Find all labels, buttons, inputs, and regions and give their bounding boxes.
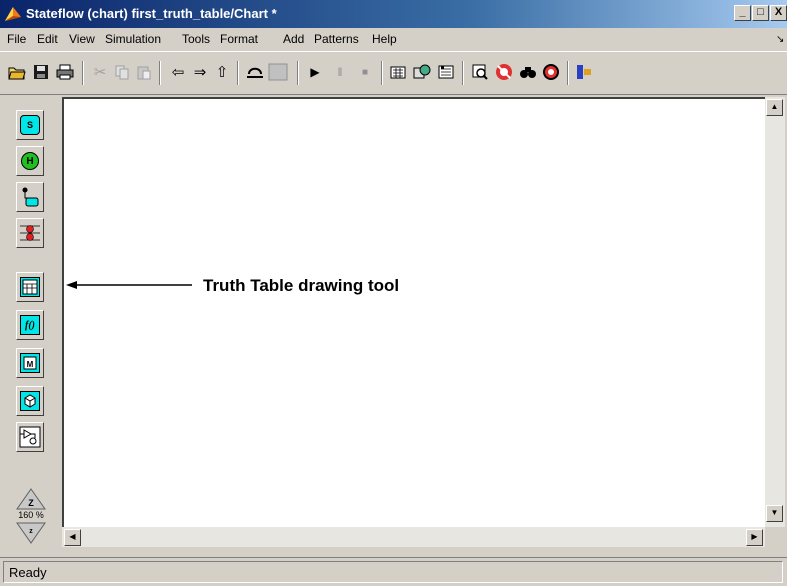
history-junction-tool-button[interactable]: H (16, 146, 44, 176)
stateflow-logo-icon (5, 7, 21, 21)
truth-table-icon (20, 277, 40, 297)
truth-table-tool-button[interactable] (16, 272, 44, 302)
toolbar-separator (237, 61, 239, 85)
history-junction-icon: H (21, 152, 39, 170)
status-text: Ready (9, 565, 47, 580)
close-button[interactable]: X (770, 5, 787, 21)
target-icon[interactable] (541, 62, 561, 82)
connective-junction-tool-button[interactable] (16, 218, 44, 248)
embedded-matlab-icon: M (20, 353, 40, 373)
close-icon: X (774, 6, 783, 18)
toolbar-separator (462, 61, 464, 85)
back-icon[interactable]: ⇦ (168, 62, 188, 82)
save-icon[interactable] (31, 62, 51, 82)
status-bar: Ready (0, 557, 787, 586)
graphical-function-icon: f() (20, 315, 40, 335)
scroll-right-icon[interactable]: ▶ (746, 529, 763, 546)
pause-icon[interactable]: ‖ (330, 62, 350, 82)
graphical-function-tool-button[interactable]: f() (16, 310, 44, 340)
status-field: Ready (3, 561, 783, 583)
scroll-up-icon[interactable]: ▲ (766, 99, 783, 116)
rebuild-icon[interactable] (412, 62, 432, 82)
zoom-level: 160 % (18, 510, 44, 520)
forward-icon[interactable]: ⇒ (190, 62, 210, 82)
svg-text:M: M (27, 360, 34, 369)
chart-canvas[interactable] (62, 97, 765, 527)
zoom-out-icon[interactable]: z (16, 522, 46, 544)
menu-help[interactable]: Help (372, 32, 397, 46)
annotation-arrow (66, 281, 192, 289)
toolbar-separator (381, 61, 383, 85)
horizontal-scrollbar[interactable]: ◀ ▶ (62, 527, 765, 547)
explorer-icon[interactable] (470, 62, 490, 82)
menu-tools[interactable]: Tools (182, 32, 210, 46)
debug-icon[interactable] (494, 62, 514, 82)
embedded-matlab-tool-button[interactable]: M (16, 348, 44, 378)
vertical-scrollbar[interactable]: ▲ ▼ (765, 97, 785, 527)
minimize-button[interactable]: _ (734, 5, 751, 21)
state-tool-icon: S (20, 115, 40, 135)
toolbar-separator (297, 61, 299, 85)
toolbar-separator (567, 61, 569, 85)
toolbar: ✂ ⇦ ⇒ ⇧ ▶ ‖ ■ (0, 51, 787, 95)
copy-icon[interactable] (112, 62, 132, 82)
scroll-left-icon[interactable]: ◀ (64, 529, 81, 546)
box-tool-icon (20, 391, 40, 411)
undo-icon[interactable] (245, 62, 265, 82)
maximize-icon: □ (757, 6, 764, 18)
scroll-down-icon[interactable]: ▼ (766, 505, 783, 522)
toolbar-separator (159, 61, 161, 85)
open-icon[interactable] (7, 62, 27, 82)
default-transition-icon (22, 187, 39, 207)
window-title: Stateflow (chart) first_truth_table/Char… (26, 6, 277, 21)
tool-palette: S H f() M Z 160 % z (10, 98, 62, 548)
menu-file[interactable]: File (7, 32, 26, 46)
paste-icon[interactable] (134, 62, 154, 82)
menu-patterns[interactable]: Patterns (314, 32, 359, 46)
up-icon[interactable]: ⇧ (212, 62, 232, 82)
minimize-icon: _ (739, 6, 746, 18)
simulink-function-icon (19, 426, 41, 448)
redo-icon[interactable] (268, 62, 288, 82)
svg-text:z: z (29, 528, 33, 535)
stop-icon[interactable]: ■ (355, 62, 375, 82)
box-tool-button[interactable] (16, 386, 44, 416)
menu-edit[interactable]: Edit (37, 32, 58, 46)
annotation-label: Truth Table drawing tool (203, 276, 400, 295)
zoom-in-icon[interactable]: Z (16, 488, 46, 510)
menu-view[interactable]: View (69, 32, 95, 46)
default-transition-tool-button[interactable] (16, 182, 44, 212)
cut-icon[interactable]: ✂ (90, 62, 110, 82)
menu-simulation[interactable]: Simulation (105, 32, 161, 46)
model-icon[interactable] (574, 62, 594, 82)
start-icon[interactable]: ▶ (305, 62, 325, 82)
stateflow-window: Stateflow (chart) first_truth_table/Char… (0, 0, 787, 586)
state-tool-button[interactable]: S (16, 110, 44, 140)
parse-icon[interactable] (436, 62, 456, 82)
toolbar-separator (82, 61, 84, 85)
menu-bar: File Edit View Simulation Tools Format A… (0, 28, 787, 50)
build-icon[interactable] (388, 62, 408, 82)
menu-format[interactable]: Format (220, 32, 258, 46)
title-bar[interactable]: Stateflow (chart) first_truth_table/Char… (0, 0, 787, 28)
svg-text:Z: Z (28, 498, 34, 508)
menu-add[interactable]: Add (283, 32, 304, 46)
maximize-button[interactable]: □ (752, 5, 769, 21)
print-icon[interactable] (55, 62, 75, 82)
menu-overflow-icon[interactable]: ↘ (776, 34, 784, 45)
simulink-function-tool-button[interactable] (16, 422, 44, 452)
find-icon[interactable] (518, 62, 538, 82)
connective-junction-icon (20, 225, 40, 241)
